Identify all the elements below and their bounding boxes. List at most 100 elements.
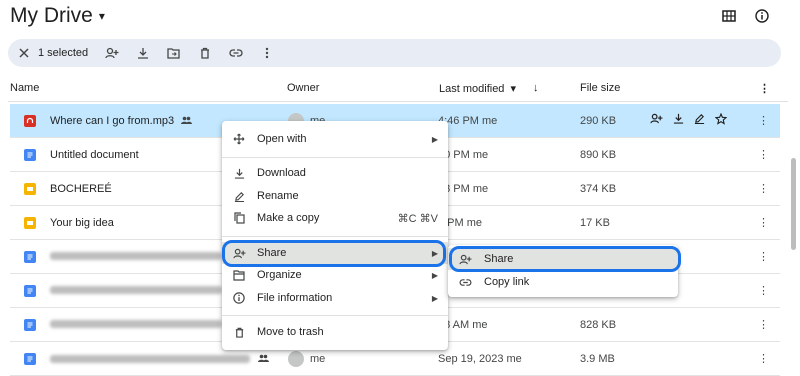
- copy-icon: [232, 211, 246, 225]
- menu-item-organize[interactable]: Organize ▶: [222, 264, 448, 286]
- submenu-item-label: Copy link: [484, 276, 530, 288]
- selected-count: 1 selected: [38, 47, 89, 59]
- highlight-ring: [449, 246, 681, 272]
- page-title-text: My Drive: [10, 4, 93, 27]
- trash-icon[interactable]: [189, 41, 220, 65]
- more-vert-icon[interactable]: ⋮: [758, 352, 769, 365]
- file-name: Untitled document: [50, 148, 139, 161]
- star-icon[interactable]: [714, 112, 728, 128]
- modified-cell: Sep 19, 2023 me: [438, 352, 522, 365]
- doc-file-icon: [24, 318, 36, 331]
- download-icon: [232, 166, 246, 180]
- shared-icon: [181, 115, 193, 127]
- doc-file-icon: [24, 352, 36, 365]
- link-icon: [458, 275, 472, 289]
- sort-direction-icon[interactable]: ↓: [533, 82, 539, 94]
- size-cell: 890 KB: [580, 148, 617, 161]
- move-icon[interactable]: [158, 41, 189, 65]
- file-name: BOCHEREÉ: [50, 182, 112, 195]
- share-icon[interactable]: [650, 113, 663, 128]
- open-with-icon: [232, 132, 246, 146]
- blurred-file-name: [50, 251, 222, 263]
- menu-item-label: Move to trash: [257, 326, 324, 338]
- menu-item-open-with[interactable]: Open with ▶: [222, 128, 448, 150]
- page-title[interactable]: My Drive ▾: [10, 4, 105, 28]
- file-name-text: Where can I go from.mp3: [50, 114, 175, 127]
- chevron-down-icon: ▾: [98, 9, 105, 23]
- menu-item-make-a-copy[interactable]: Make a copy ⌘C ⌘V: [222, 207, 448, 229]
- folder-icon: [232, 268, 246, 282]
- rename-icon[interactable]: [694, 113, 705, 128]
- column-last-modified[interactable]: Last modified ▾: [439, 82, 516, 96]
- column-owner[interactable]: Owner: [287, 82, 319, 94]
- share-icon[interactable]: [96, 41, 127, 65]
- menu-divider: [222, 236, 448, 237]
- size-cell: 3.9 MB: [580, 352, 615, 365]
- menu-item-label: Download: [257, 167, 306, 179]
- download-icon[interactable]: [127, 41, 158, 65]
- header-divider: [8, 101, 788, 102]
- menu-item-label: File information: [257, 292, 333, 304]
- more-vert-icon[interactable]: [251, 41, 282, 65]
- more-vert-icon[interactable]: ⋮: [758, 284, 769, 297]
- size-cell: 290 KB: [580, 114, 617, 127]
- menu-item-download[interactable]: Download: [222, 162, 448, 184]
- column-name[interactable]: Name: [10, 82, 39, 94]
- context-menu: Open with ▶ Download Rename Make a copy …: [222, 121, 448, 350]
- file-name: Your big idea: [50, 216, 114, 229]
- trash-icon: [232, 325, 246, 339]
- menu-item-label: Open with: [257, 133, 307, 145]
- close-icon[interactable]: [16, 41, 32, 65]
- highlight-ring: [222, 240, 446, 267]
- blurred-file-name: [50, 319, 222, 331]
- grid-icon[interactable]: [721, 8, 737, 24]
- scrollbar[interactable]: [791, 158, 796, 250]
- row-actions: [650, 112, 728, 128]
- menu-item-move-to-trash[interactable]: Move to trash: [222, 321, 448, 343]
- menu-divider: [222, 157, 448, 158]
- owner-name: me: [310, 352, 326, 365]
- more-vert-icon[interactable]: ⋮: [758, 318, 769, 331]
- info-icon[interactable]: [754, 8, 770, 24]
- menu-item-label: Organize: [257, 269, 302, 281]
- menu-item-label: Rename: [257, 190, 299, 202]
- size-cell: 374 KB: [580, 182, 617, 195]
- more-vert-icon[interactable]: ⋮: [758, 148, 769, 161]
- submenu-item-copy-link[interactable]: Copy link: [448, 271, 678, 293]
- file-name: Where can I go from.mp3: [50, 114, 193, 127]
- submenu-arrow-icon: ▶: [431, 270, 438, 280]
- selection-toolbar: 1 selected: [8, 39, 781, 67]
- blurred-file-name: [50, 285, 222, 297]
- column-last-modified-label: Last modified: [439, 82, 505, 95]
- menu-item-rename[interactable]: Rename: [222, 185, 448, 207]
- more-vert-icon[interactable]: ⋮: [758, 216, 769, 229]
- size-cell: 17 KB: [580, 216, 610, 229]
- size-cell: 828 KB: [580, 318, 617, 331]
- more-vert-icon[interactable]: ⋮: [758, 182, 769, 195]
- slides-file-icon: [24, 216, 36, 229]
- avatar: [288, 350, 304, 367]
- blurred-file-name: [50, 353, 269, 365]
- owner-cell: me: [288, 350, 326, 367]
- doc-file-icon: [24, 250, 36, 263]
- sort-caret-icon: ▾: [510, 83, 516, 95]
- shared-icon: [258, 353, 269, 365]
- more-vert-icon[interactable]: ⋮: [758, 250, 769, 263]
- menu-item-label: Make a copy: [257, 212, 320, 224]
- submenu-arrow-icon: ▶: [431, 134, 438, 144]
- info-icon: [232, 291, 246, 305]
- menu-item-file-information[interactable]: File information ▶: [222, 287, 448, 309]
- slides-file-icon: [24, 182, 36, 195]
- audio-file-icon: [24, 114, 36, 127]
- menu-divider: [222, 315, 448, 316]
- column-file-size[interactable]: File size: [580, 82, 620, 94]
- doc-file-icon: [24, 148, 36, 161]
- more-vert-icon[interactable]: ⋮: [758, 114, 769, 127]
- shortcut-hint: ⌘C ⌘V: [397, 212, 438, 225]
- submenu-arrow-icon: ▶: [431, 293, 438, 303]
- download-icon[interactable]: [673, 113, 684, 128]
- rename-icon: [232, 189, 246, 203]
- column-more-icon[interactable]: ⋮: [759, 82, 770, 95]
- doc-file-icon: [24, 284, 36, 297]
- link-icon[interactable]: [220, 41, 251, 65]
